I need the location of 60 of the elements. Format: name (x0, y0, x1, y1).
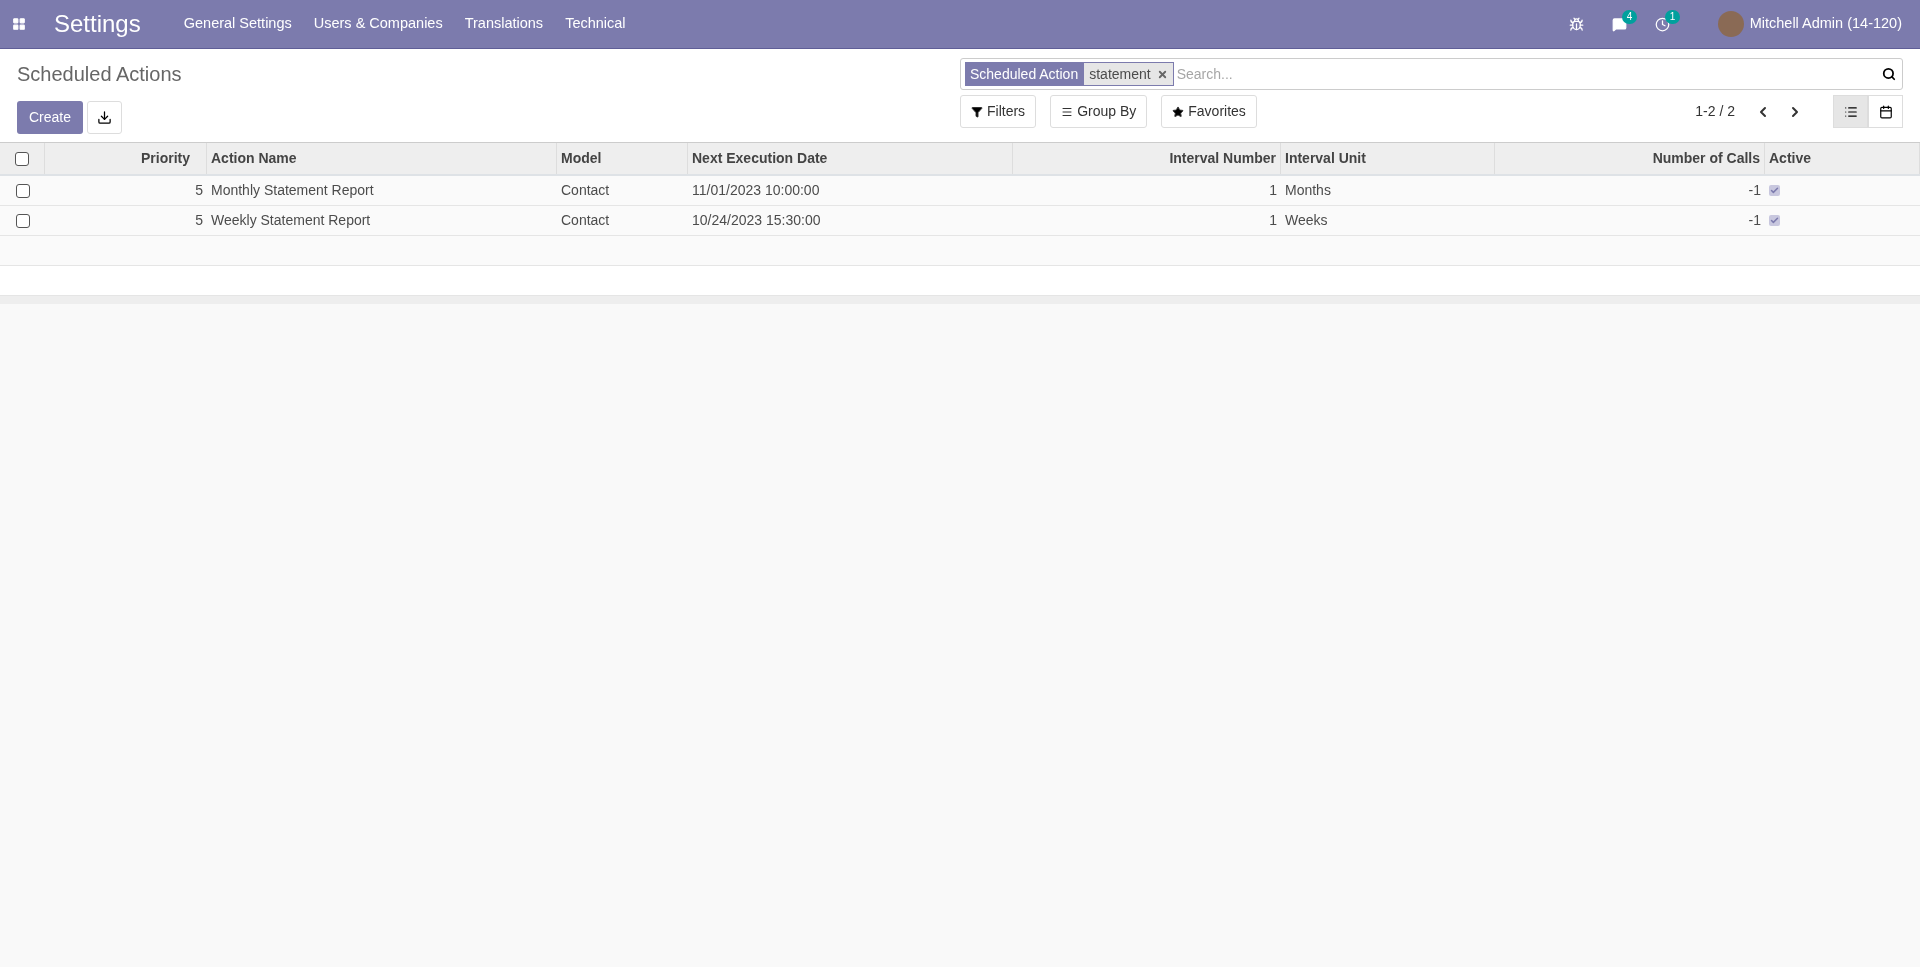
apps-menu-icon[interactable] (12, 17, 26, 31)
row-checkbox[interactable] (15, 183, 30, 198)
pager-value: 1-2 / 2 (1695, 102, 1735, 121)
activity-clock-icon[interactable] (1654, 16, 1670, 32)
notification-badge: 4 (1621, 9, 1638, 24)
table-cell-text: 5 (195, 211, 203, 230)
create-button[interactable]: Create (17, 101, 84, 134)
table-cell-text: 11/01/2023 10:00:00 (692, 181, 820, 200)
list-icon (1843, 104, 1858, 119)
table-cell-text: 10/24/2023 15:30:00 (692, 211, 821, 230)
menu-item[interactable]: Technical (565, 13, 626, 35)
messages-icon[interactable] (1611, 16, 1627, 32)
download-button[interactable] (87, 101, 123, 134)
table-cell-text: 1 (1269, 211, 1277, 230)
column-header[interactable]: Number of Calls (1652, 148, 1760, 169)
table-cell-text: Weeks (1285, 211, 1328, 230)
select-all-checkbox[interactable] (15, 151, 29, 166)
menu-item[interactable]: Users & Companies (313, 13, 443, 35)
search-input[interactable]: Search... (1176, 63, 1882, 85)
table-cell-text: Months (1285, 181, 1331, 200)
option-icon (1172, 105, 1185, 118)
download-icon (97, 110, 113, 125)
column-header[interactable]: Model (561, 148, 602, 169)
table-cell-text: 5 (195, 181, 203, 200)
table-cell-text: Weekly Statement Report (211, 211, 371, 230)
user-name[interactable]: Mitchell Admin (14-120) (1749, 13, 1902, 35)
table-row[interactable]: 5 Monthly Statement Report Contact 11/01/2023 10:00:00 1 Months -1 (0, 176, 1920, 206)
search-option-button[interactable]: Group By (1050, 95, 1148, 128)
view-switch-button[interactable] (1868, 95, 1903, 128)
search-facet-label: Scheduled Action (965, 62, 1084, 86)
table-cell-text: Contact (561, 211, 610, 230)
search-icon[interactable] (1882, 67, 1896, 81)
option-icon (1061, 105, 1074, 118)
search-field[interactable]: Scheduled Action statement Search... (960, 58, 1903, 90)
table-cell-text: 1 (1269, 181, 1277, 200)
column-header[interactable]: Priority (141, 148, 190, 169)
column-header[interactable]: Next Execution Date (692, 148, 828, 169)
table-cell-text: Contact (561, 181, 610, 200)
column-header[interactable]: Interval Unit (1285, 148, 1366, 169)
table-cell-text: Monthly Statement Report (211, 181, 374, 200)
calendar-icon (1878, 104, 1893, 119)
notification-badge: 1 (1664, 9, 1681, 24)
search-option-button[interactable]: Favorites (1161, 95, 1257, 128)
remove-facet-icon[interactable] (1156, 68, 1168, 80)
column-header[interactable]: Interval Number (1169, 148, 1276, 169)
row-checkbox[interactable] (15, 213, 30, 228)
column-header[interactable]: Action Name (211, 148, 297, 169)
menu-item[interactable]: General Settings (183, 13, 292, 35)
table-cell-text: -1 (1748, 181, 1761, 200)
menu-item[interactable]: Translations (464, 13, 544, 35)
column-header[interactable]: Active (1769, 148, 1812, 169)
table-row[interactable]: 5 Weekly Statement Report Contact 10/24/2023 15:30:00 1 Weeks -1 (0, 206, 1920, 236)
bug-icon[interactable] (1568, 16, 1584, 32)
page-title: Scheduled Actions (17, 62, 183, 87)
table-cell-text: -1 (1748, 211, 1761, 230)
option-icon (971, 105, 983, 118)
app-title: Settings (54, 9, 141, 39)
search-option-button[interactable]: Filters (960, 95, 1037, 128)
view-switch-button[interactable] (1833, 95, 1868, 128)
search-facet: statement (1083, 62, 1174, 86)
